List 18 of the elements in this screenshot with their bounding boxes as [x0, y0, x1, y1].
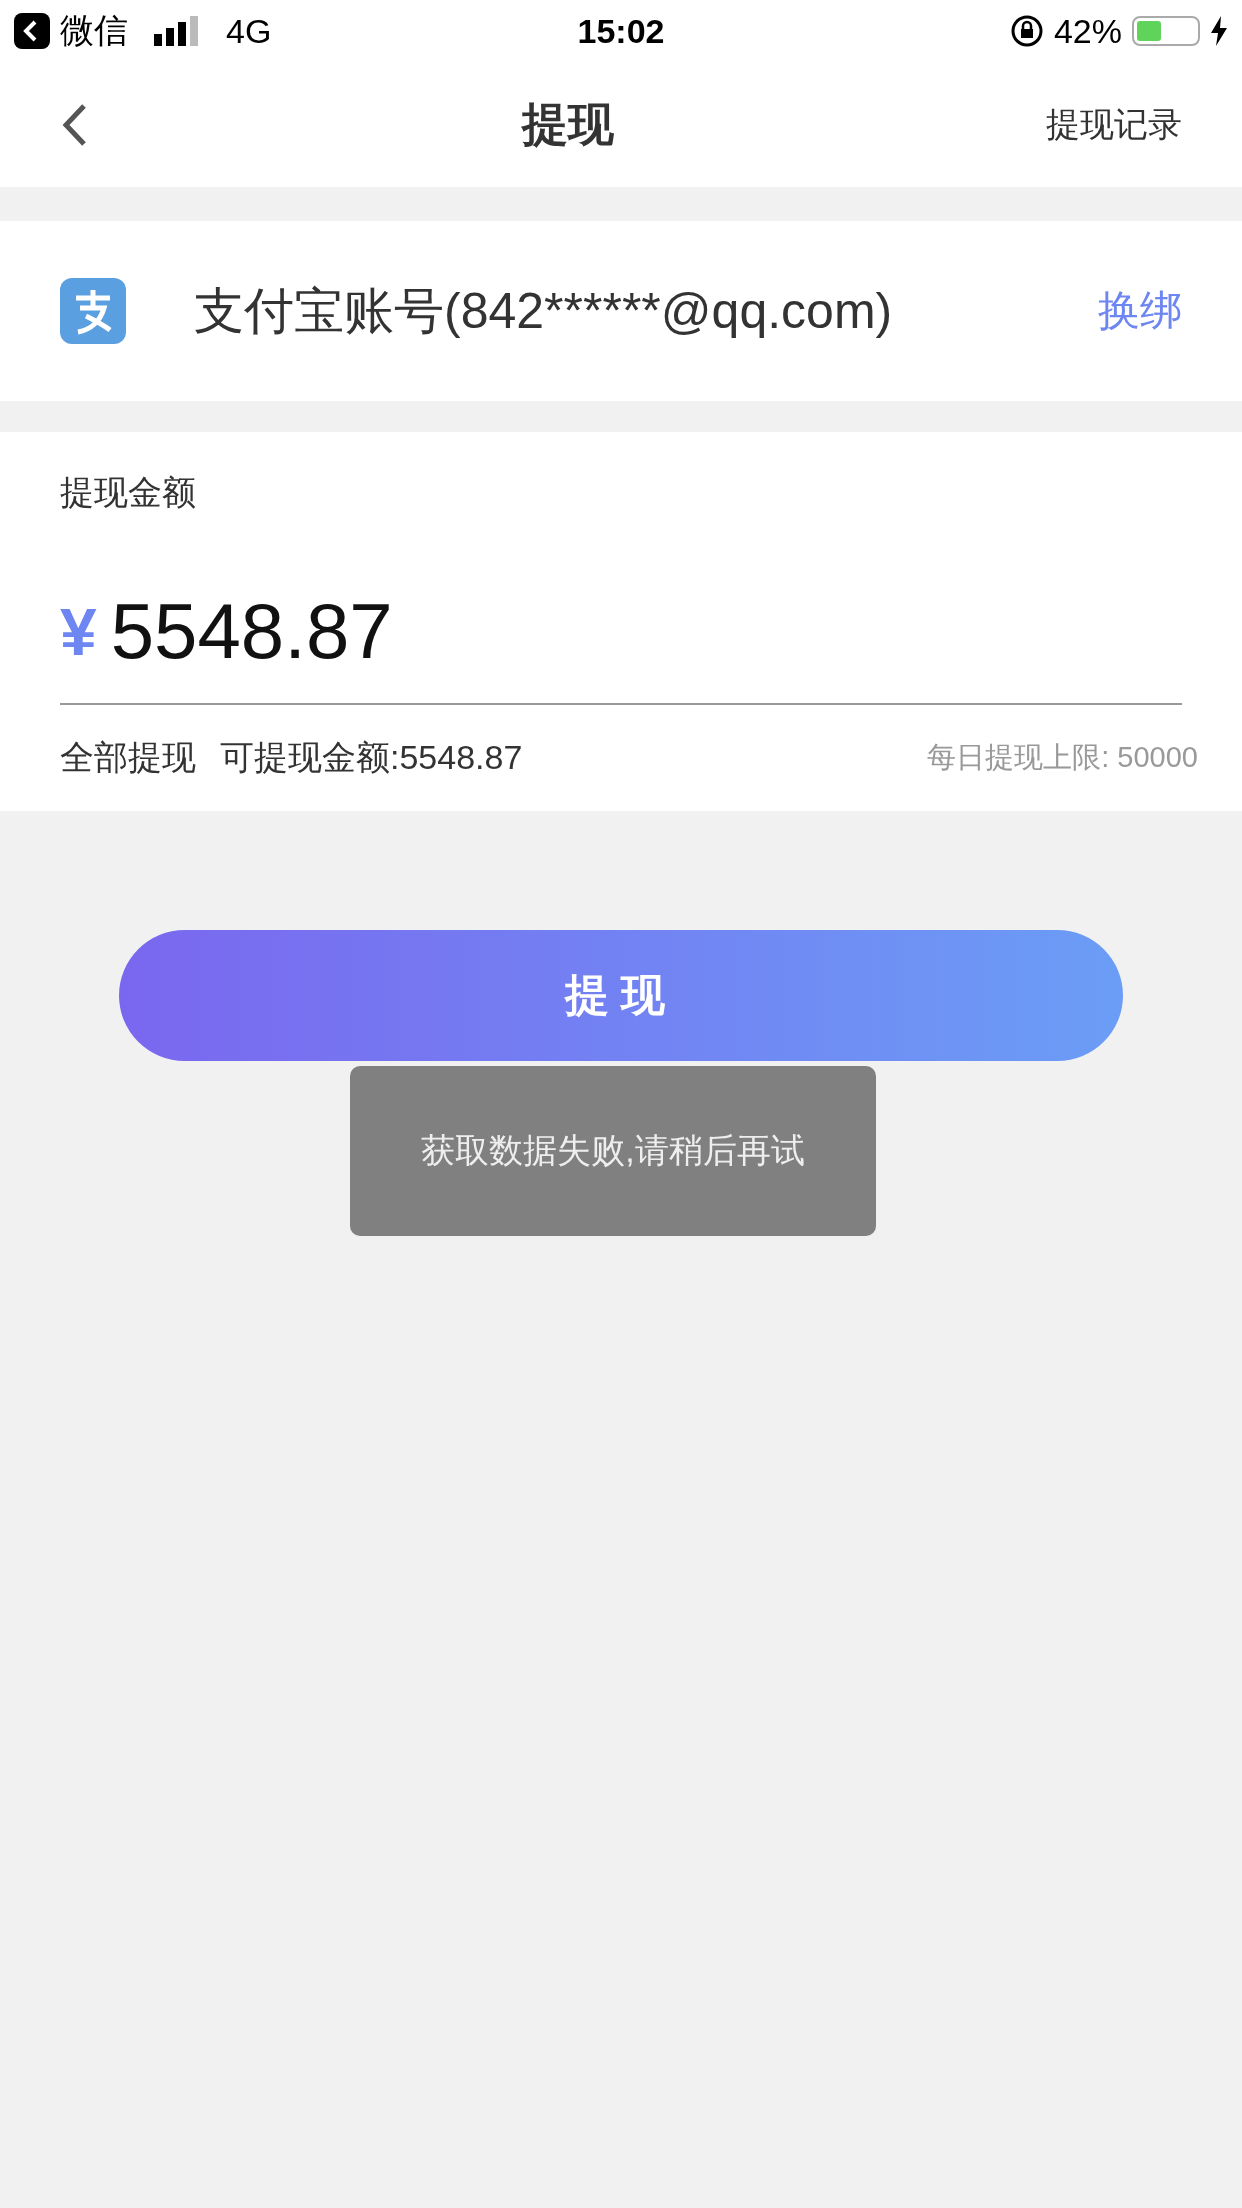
error-toast: 获取数据失败,请稍后再试	[350, 1066, 876, 1236]
back-icon[interactable]	[14, 13, 50, 49]
battery-icon	[1132, 16, 1200, 46]
history-link[interactable]: 提现记录	[1046, 101, 1182, 148]
account-label: 支付宝账号(842******@qq.com)	[194, 281, 894, 341]
daily-limit: 每日提现上限: 50000	[927, 740, 1198, 775]
currency-symbol: ¥	[60, 593, 97, 670]
battery-percent: 42%	[1053, 11, 1122, 51]
amount-label: 提现金额	[60, 472, 197, 513]
amount-field[interactable]: 5548.87	[110, 586, 1182, 677]
withdraw-all-link[interactable]: 全部提现	[60, 735, 196, 781]
rotation-lock-icon	[1009, 14, 1044, 48]
network-label: 4G	[226, 11, 272, 51]
page-title: 提现	[520, 96, 615, 152]
clock: 15:02	[577, 11, 665, 51]
alipay-icon	[60, 278, 126, 344]
available-amount: 可提现金额:5548.87	[220, 737, 523, 778]
back-app-label[interactable]: 微信	[60, 8, 128, 54]
